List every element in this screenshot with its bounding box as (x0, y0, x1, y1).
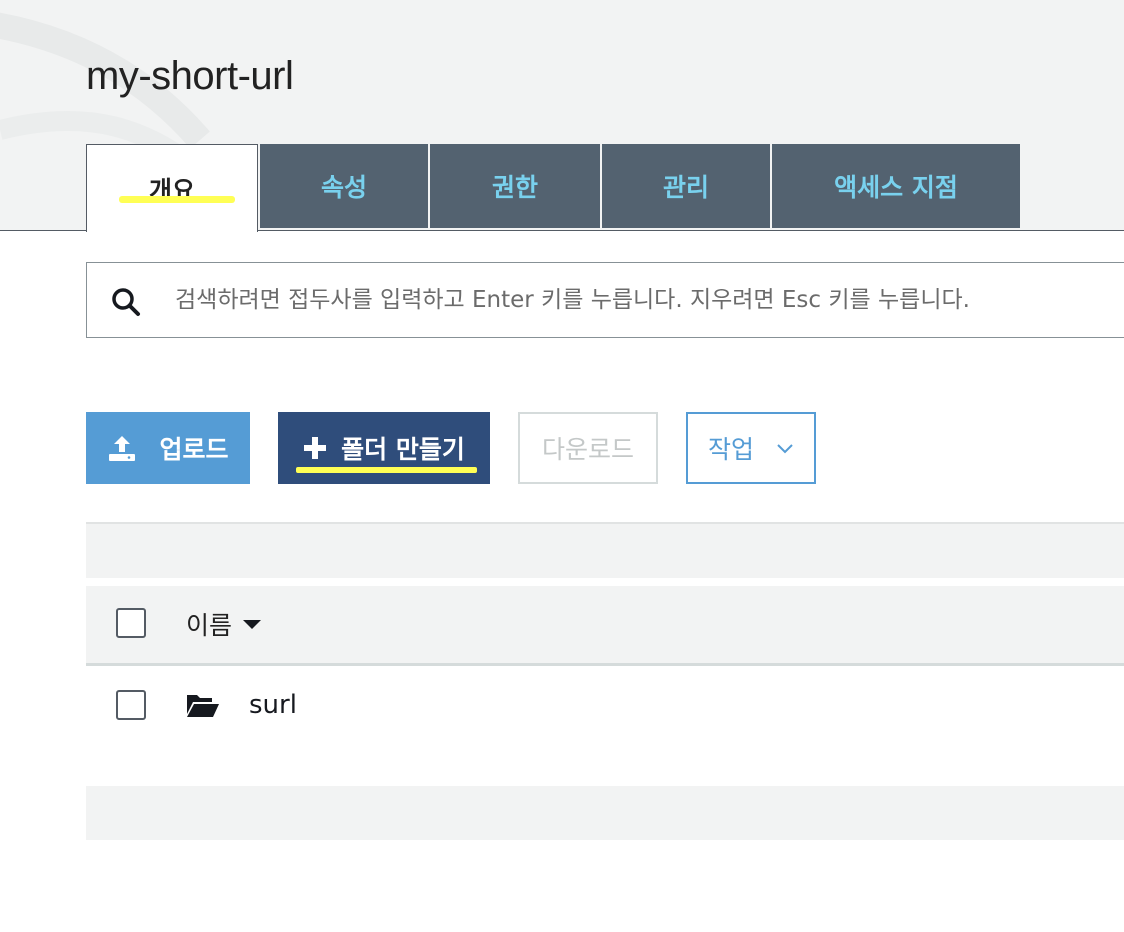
tab-access-points[interactable]: 액세스 지점 (772, 144, 1020, 228)
actions-dropdown[interactable]: 작업 (686, 412, 816, 484)
select-all-checkbox[interactable] (116, 608, 146, 638)
table-header: 이름 (86, 586, 1124, 666)
download-label: 다운로드 (541, 435, 634, 464)
highlight-mark (296, 467, 477, 473)
search-box (86, 262, 1124, 338)
table-row: surl (86, 668, 1124, 748)
table-toolbar-strip (86, 522, 1124, 578)
plus-icon (303, 436, 327, 460)
tab-label: 권한 (491, 173, 538, 202)
name-column-header[interactable]: 이름 (186, 606, 262, 642)
highlight-mark (119, 196, 235, 203)
create-folder-label: 폴더 만들기 (341, 435, 465, 464)
tab-management[interactable]: 관리 (602, 144, 770, 228)
folder-open-icon (187, 695, 219, 717)
chevron-down-icon (776, 442, 794, 454)
tab-label: 관리 (662, 173, 709, 202)
tab-properties[interactable]: 속성 (260, 144, 428, 228)
search-input[interactable] (175, 273, 1115, 327)
name-column-label: 이름 (186, 611, 233, 640)
tab-permissions[interactable]: 권한 (430, 144, 600, 228)
upload-label: 업로드 (159, 435, 229, 464)
object-name-link[interactable]: surl (249, 690, 297, 720)
tab-label: 액세스 지점 (834, 173, 958, 202)
row-checkbox[interactable] (116, 690, 146, 720)
create-folder-button[interactable]: 폴더 만들기 (278, 412, 490, 484)
tab-overview[interactable]: 개요 (86, 144, 258, 232)
upload-button[interactable]: 업로드 (86, 412, 250, 484)
bucket-title: my-short-url (86, 54, 294, 98)
upload-icon (107, 433, 137, 463)
tab-label: 속성 (320, 173, 367, 202)
search-icon (112, 288, 140, 316)
tab-bar: 개요 속성 권한 관리 액세스 지점 (86, 144, 1022, 232)
download-button[interactable]: 다운로드 (518, 412, 658, 484)
sort-caret-icon (242, 618, 262, 630)
table-footer-strip (86, 786, 1124, 840)
actions-label: 작업 (707, 435, 754, 464)
